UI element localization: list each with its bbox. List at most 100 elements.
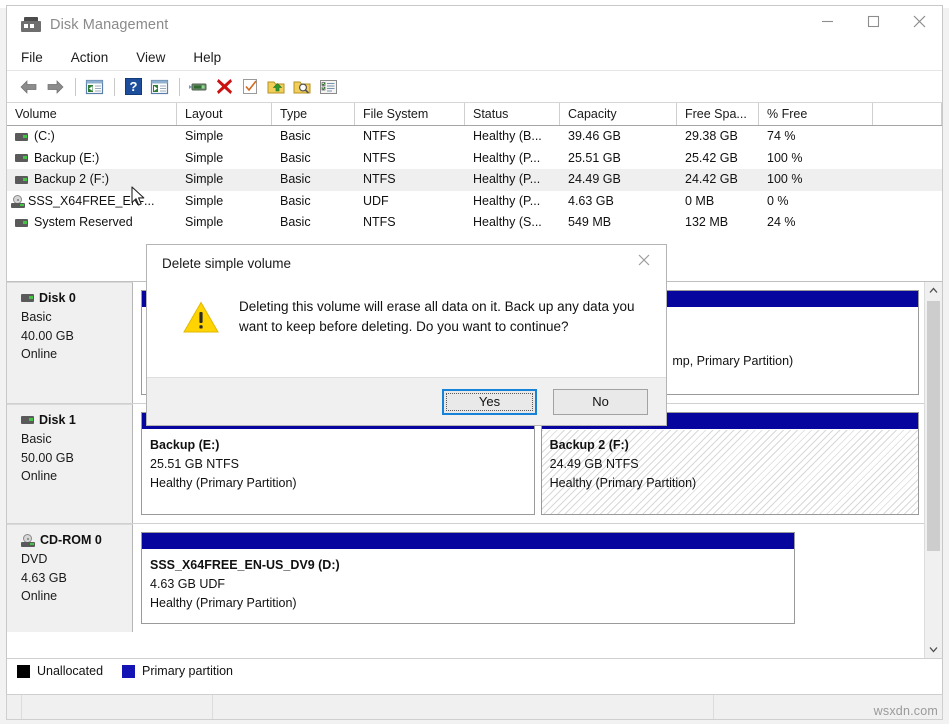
table-row[interactable]: System Reserved Simple Basic NTFS Health… bbox=[7, 212, 942, 234]
vertical-scrollbar[interactable] bbox=[924, 282, 942, 658]
dialog-body: Deleting this volume will erase all data… bbox=[147, 281, 666, 378]
column-header-volume[interactable]: Volume bbox=[7, 103, 177, 125]
cell-file-system: NTFS bbox=[355, 126, 465, 148]
column-header-layout[interactable]: Layout bbox=[177, 103, 272, 125]
statusbar: wsxdn.com bbox=[6, 694, 943, 720]
partition-body: Backup (E:) 25.51 GB NTFS Healthy (Prima… bbox=[142, 430, 534, 514]
cell-volume: Backup (E:) bbox=[7, 148, 177, 170]
partition-size: 24.49 GB NTFS bbox=[550, 455, 918, 474]
statusbar-cell-2 bbox=[22, 695, 213, 719]
table-row[interactable]: Backup 2 (F:) Simple Basic NTFS Healthy … bbox=[7, 169, 942, 191]
cell-capacity: 24.49 GB bbox=[560, 169, 677, 191]
close-icon[interactable] bbox=[896, 6, 942, 36]
column-header-status[interactable]: Status bbox=[465, 103, 560, 125]
cell-layout: Simple bbox=[177, 148, 272, 170]
menu-action[interactable]: Action bbox=[71, 50, 109, 65]
toolbar-separator bbox=[75, 78, 76, 96]
cell-free-space: 132 MB bbox=[677, 212, 759, 234]
watermark: wsxdn.com bbox=[874, 704, 938, 718]
close-icon[interactable] bbox=[622, 245, 666, 275]
toolbar: ? bbox=[7, 71, 942, 103]
cell-free-space: 25.42 GB bbox=[677, 148, 759, 170]
dialog-message: Deleting this volume will erase all data… bbox=[239, 297, 639, 337]
cell-file-system: NTFS bbox=[355, 148, 465, 170]
disk-title: Disk 1 bbox=[21, 413, 132, 427]
warning-icon bbox=[183, 301, 219, 334]
cell-layout: Simple bbox=[177, 191, 272, 213]
disk-type: Basic bbox=[21, 430, 132, 449]
cell-volume-label: Backup 2 (F:) bbox=[34, 169, 109, 191]
forward-icon[interactable] bbox=[43, 75, 67, 99]
folder-search-icon[interactable] bbox=[290, 75, 314, 99]
column-header-percent-free[interactable]: % Free bbox=[759, 103, 873, 125]
disk-name-label: Disk 0 bbox=[39, 291, 76, 305]
cell-status: Healthy (P... bbox=[465, 169, 560, 191]
disk-management-icon bbox=[21, 17, 41, 34]
menu-view[interactable]: View bbox=[136, 50, 165, 65]
legend-swatch-unallocated bbox=[17, 665, 30, 678]
partition-backup-e[interactable]: Backup (E:) 25.51 GB NTFS Healthy (Prima… bbox=[141, 412, 535, 515]
table-row[interactable]: SSS_X64FREE_EN-... Simple Basic UDF Heal… bbox=[7, 191, 942, 213]
legend-swatch-primary bbox=[122, 665, 135, 678]
column-header-capacity[interactable]: Capacity bbox=[560, 103, 677, 125]
disk-size: 4.63 GB bbox=[21, 569, 132, 588]
column-header-filler[interactable] bbox=[873, 103, 942, 125]
back-icon[interactable] bbox=[17, 75, 41, 99]
partition-body: Backup 2 (F:) 24.49 GB NTFS Healthy (Pri… bbox=[542, 430, 918, 514]
partition-dvd-d[interactable]: SSS_X64FREE_EN-US_DV9 (D:) 4.63 GB UDF H… bbox=[141, 532, 795, 624]
column-header-file-system[interactable]: File System bbox=[355, 103, 465, 125]
cell-status: Healthy (B... bbox=[465, 126, 560, 148]
column-header-free-space[interactable]: Free Spa... bbox=[677, 103, 759, 125]
menu-help[interactable]: Help bbox=[193, 50, 221, 65]
partition-body: SSS_X64FREE_EN-US_DV9 (D:) 4.63 GB UDF H… bbox=[142, 550, 794, 623]
cell-status: Healthy (P... bbox=[465, 148, 560, 170]
cell-type: Basic bbox=[272, 212, 355, 234]
cell-layout: Simple bbox=[177, 169, 272, 191]
cell-capacity: 25.51 GB bbox=[560, 148, 677, 170]
yes-button[interactable]: Yes bbox=[442, 389, 537, 415]
maximize-icon[interactable] bbox=[850, 6, 896, 36]
partition-name: Backup (E:) bbox=[150, 436, 534, 455]
cell-type: Basic bbox=[272, 191, 355, 213]
volume-list-header: Volume Layout Type File System Status Ca… bbox=[7, 103, 942, 126]
cell-capacity: 39.46 GB bbox=[560, 126, 677, 148]
statusbar-cell-3 bbox=[213, 695, 714, 719]
hard-drive-icon bbox=[15, 176, 28, 184]
delete-icon[interactable] bbox=[212, 75, 236, 99]
cd-rom-icon bbox=[11, 195, 25, 208]
hard-drive-icon bbox=[15, 219, 28, 227]
svg-text:?: ? bbox=[129, 79, 137, 94]
cell-volume: System Reserved bbox=[7, 212, 177, 234]
cell-status: Healthy (P... bbox=[465, 191, 560, 213]
disk-info-cdrom-0: CD-ROM 0 DVD 4.63 GB Online bbox=[7, 524, 133, 632]
disk-state: Online bbox=[21, 587, 132, 606]
scroll-up-icon[interactable] bbox=[925, 282, 942, 299]
scrollbar-thumb[interactable] bbox=[927, 301, 940, 551]
no-button[interactable]: No bbox=[553, 389, 648, 415]
table-row[interactable]: (C:) Simple Basic NTFS Healthy (B... 39.… bbox=[7, 126, 942, 148]
cell-volume-label: System Reserved bbox=[34, 212, 133, 234]
scroll-down-icon[interactable] bbox=[925, 641, 942, 658]
disk-icon[interactable] bbox=[186, 75, 210, 99]
partition-backup2-f[interactable]: Backup 2 (F:) 24.49 GB NTFS Healthy (Pri… bbox=[541, 412, 919, 515]
help-icon[interactable]: ? bbox=[121, 75, 145, 99]
properties-check-icon[interactable] bbox=[238, 75, 262, 99]
folder-up-icon[interactable] bbox=[264, 75, 288, 99]
disk-panel-cdrom-0[interactable]: CD-ROM 0 DVD 4.63 GB Online SSS_X64FREE_… bbox=[7, 524, 925, 632]
dialog-footer: Yes No bbox=[147, 377, 666, 425]
minimize-icon[interactable] bbox=[804, 6, 850, 36]
up-one-level-icon[interactable] bbox=[82, 75, 106, 99]
column-header-type[interactable]: Type bbox=[272, 103, 355, 125]
cell-layout: Simple bbox=[177, 212, 272, 234]
cell-percent-free: 100 % bbox=[759, 148, 873, 170]
legend: Unallocated Primary partition bbox=[7, 658, 942, 683]
partition-name: SSS_X64FREE_EN-US_DV9 (D:) bbox=[150, 556, 794, 575]
legend-label-unallocated: Unallocated bbox=[37, 664, 103, 678]
list-properties-icon[interactable] bbox=[316, 75, 340, 99]
menu-file[interactable]: File bbox=[21, 50, 43, 65]
partition-size: 25.51 GB NTFS bbox=[150, 455, 534, 474]
cell-status: Healthy (S... bbox=[465, 212, 560, 234]
table-row[interactable]: Backup (E:) Simple Basic NTFS Healthy (P… bbox=[7, 148, 942, 170]
window-controls bbox=[804, 6, 942, 44]
show-console-tree-icon[interactable] bbox=[147, 75, 171, 99]
